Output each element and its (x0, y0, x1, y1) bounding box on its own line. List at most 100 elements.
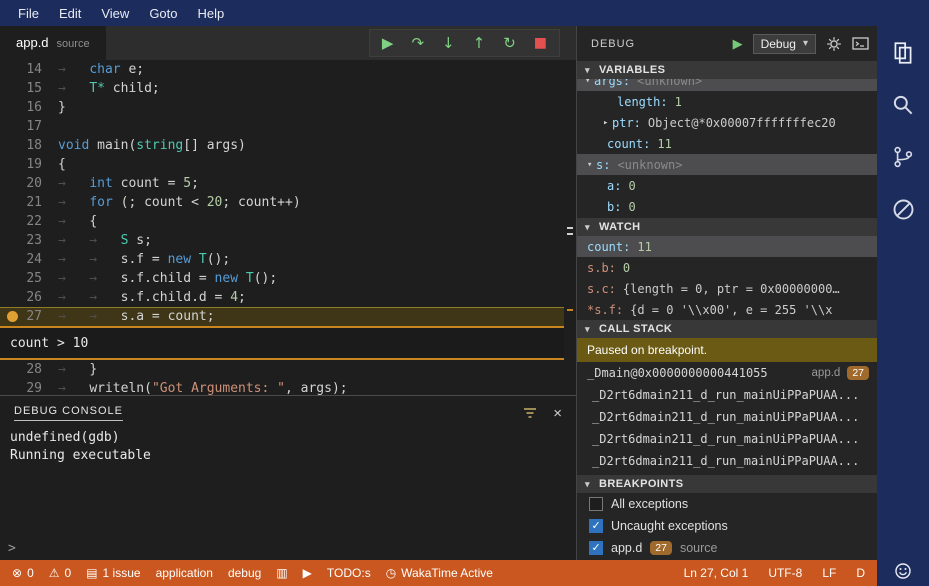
code-line[interactable]: 24 → → s.f = new T(); (0, 250, 564, 269)
search-icon[interactable] (888, 90, 918, 120)
line-number[interactable]: 25 (0, 269, 42, 288)
section-variables[interactable]: ▾ VARIABLES (577, 61, 877, 79)
files-icon[interactable] (888, 38, 918, 68)
watch-row[interactable]: count: 11 (577, 236, 877, 257)
settings-gear-icon[interactable] (826, 36, 842, 52)
breakpoint-row[interactable]: app.d 27 source (577, 537, 877, 559)
twisty-icon[interactable]: ▾ (587, 160, 596, 170)
run-item[interactable]: ▶ (303, 566, 312, 580)
line-number[interactable]: 17 (0, 117, 42, 136)
code-line[interactable]: 20 → int count = 5; (0, 174, 564, 193)
variable-row[interactable]: b: 0 (577, 196, 877, 217)
cursor-position[interactable]: Ln 27, Col 1 (684, 566, 749, 580)
line-number[interactable]: 14 (0, 60, 42, 79)
language-indicator[interactable]: D (856, 566, 865, 580)
stack-frame[interactable]: _D2rt6dmain211_d_run_mainUiPPaPUAA... (577, 450, 877, 472)
tab-appd[interactable]: app.d source (0, 26, 106, 60)
code-line[interactable]: 17 (0, 117, 564, 136)
menu-file[interactable]: File (8, 6, 49, 21)
debug-mode-item[interactable]: debug (228, 566, 261, 580)
filter-icon[interactable] (523, 406, 537, 420)
eol-indicator[interactable]: LF (822, 566, 836, 580)
menu-view[interactable]: View (91, 6, 139, 21)
code-line[interactable]: 22 → { (0, 212, 564, 231)
line-number[interactable]: 19 (0, 155, 42, 174)
watch-row[interactable]: s.c: {length = 0, ptr = 0x00000000… (577, 278, 877, 299)
checkbox[interactable] (589, 541, 603, 555)
start-debug-icon[interactable]: ▶ (733, 36, 743, 52)
wakatime-item[interactable]: ◷ WakaTime Active (386, 566, 493, 580)
git-branch-icon[interactable] (888, 142, 918, 172)
stop-icon[interactable]: ■ (534, 36, 547, 50)
code-line[interactable]: 28 → } (0, 360, 564, 379)
checkbox[interactable] (589, 519, 603, 533)
section-breakpoints[interactable]: ▾ BREAKPOINTS (577, 475, 877, 493)
todo-item[interactable]: TODO:s (327, 566, 371, 580)
code-line[interactable]: 16} (0, 98, 564, 117)
debug-config-dropdown[interactable]: Debug ▾ (752, 33, 816, 54)
debug-console-icon[interactable] (852, 36, 869, 51)
line-number[interactable]: 15 (0, 79, 42, 98)
step-over-icon[interactable]: ↷ (411, 35, 424, 51)
stack-frame[interactable]: _D2rt6dmain211_d_run_mainUiPPaPUAA... (577, 406, 877, 428)
restart-icon[interactable]: ↻ (503, 35, 516, 51)
line-number[interactable]: 22 (0, 212, 42, 231)
twisty-icon[interactable]: ▾ (585, 79, 594, 86)
warning-count[interactable]: ⚠ 0 (49, 566, 71, 580)
code-line[interactable]: 15 → T* child; (0, 79, 564, 98)
twisty-icon[interactable]: ▸ (603, 118, 612, 128)
line-number[interactable]: 16 (0, 98, 42, 117)
continue-icon[interactable]: ▶ (382, 35, 394, 51)
breakpoint-condition-widget[interactable]: count > 10 (0, 326, 564, 360)
section-watch[interactable]: ▾ WATCH (577, 218, 877, 236)
variable-row[interactable]: count: 11 (577, 133, 877, 154)
variable-row[interactable]: a: 0 (577, 175, 877, 196)
breakpoint-icon[interactable] (7, 311, 18, 322)
code-line[interactable]: 21 → for (; count < 20; count++) (0, 193, 564, 212)
code-line[interactable]: 26 → → s.f.child.d = 4; (0, 288, 564, 307)
error-count[interactable]: ⊗ 0 (12, 566, 34, 580)
line-number[interactable]: 26 (0, 288, 42, 307)
line-number[interactable]: 23 (0, 231, 42, 250)
code-line[interactable]: 23 → → S s; (0, 231, 564, 250)
code-line[interactable]: 14 → char e; (0, 60, 564, 79)
code-line[interactable]: 18 void main(string[] args) (0, 136, 564, 155)
variable-row[interactable]: ▾ args: <unknown> (577, 79, 877, 91)
line-number[interactable]: 24 (0, 250, 42, 269)
step-out-icon[interactable]: ↑ (473, 35, 486, 51)
line-number[interactable]: 21 (0, 193, 42, 212)
close-icon[interactable]: × (553, 406, 562, 421)
condition-expression[interactable]: count > 10 (10, 334, 88, 353)
variable-row[interactable]: ▾ s: <unknown> (577, 154, 877, 175)
doc-item[interactable]: ▥ (276, 566, 287, 580)
section-call-stack[interactable]: ▾ CALL STACK (577, 320, 877, 338)
console-input-prompt[interactable]: > (8, 541, 16, 556)
breakpoint-row[interactable]: Uncaught exceptions (577, 515, 877, 537)
line-number[interactable]: 20 (0, 174, 42, 193)
code-line[interactable]: 19 { (0, 155, 564, 174)
watch-row[interactable]: *s.f: {d = 0 '\\x00', e = 255 '\\x (577, 299, 877, 320)
feedback-smiley-icon[interactable] (894, 562, 912, 585)
breakpoint-row[interactable]: All exceptions (577, 493, 877, 515)
checkbox[interactable] (589, 497, 603, 511)
code-line[interactable]: 25 → → s.f.child = new T(); (0, 269, 564, 288)
variable-row[interactable]: length: 1 (577, 91, 877, 112)
variable-row[interactable]: ▸ ptr: Object@*0x00007fffffffec20 (577, 112, 877, 133)
launch-config-item[interactable]: application (156, 566, 213, 580)
code-line-breakpoint[interactable]: 27 → → s.a = count; (0, 307, 564, 326)
menu-help[interactable]: Help (188, 6, 235, 21)
stack-frame[interactable]: _D2rt6dmain211_d_run_mainUiPPaPUAA... (577, 384, 877, 406)
line-number[interactable]: 18 (0, 136, 42, 155)
stack-frame[interactable]: _Dmain@0x0000000000441055 app.d 27 (577, 362, 877, 384)
menu-edit[interactable]: Edit (49, 6, 91, 21)
encoding-indicator[interactable]: UTF-8 (768, 566, 802, 580)
console-title[interactable]: DEBUG CONSOLE (14, 405, 123, 421)
line-number[interactable]: 28 (0, 360, 42, 379)
debug-icon[interactable] (888, 194, 918, 224)
editor-scrollbar[interactable] (564, 60, 576, 395)
watch-row[interactable]: s.b: 0 (577, 257, 877, 278)
step-into-icon[interactable]: ↓ (442, 35, 455, 51)
issues-item[interactable]: ▤ 1 issue (86, 566, 140, 580)
menu-goto[interactable]: Goto (139, 6, 187, 21)
stack-frame[interactable]: _D2rt6dmain211_d_run_mainUiPPaPUAA... (577, 428, 877, 450)
